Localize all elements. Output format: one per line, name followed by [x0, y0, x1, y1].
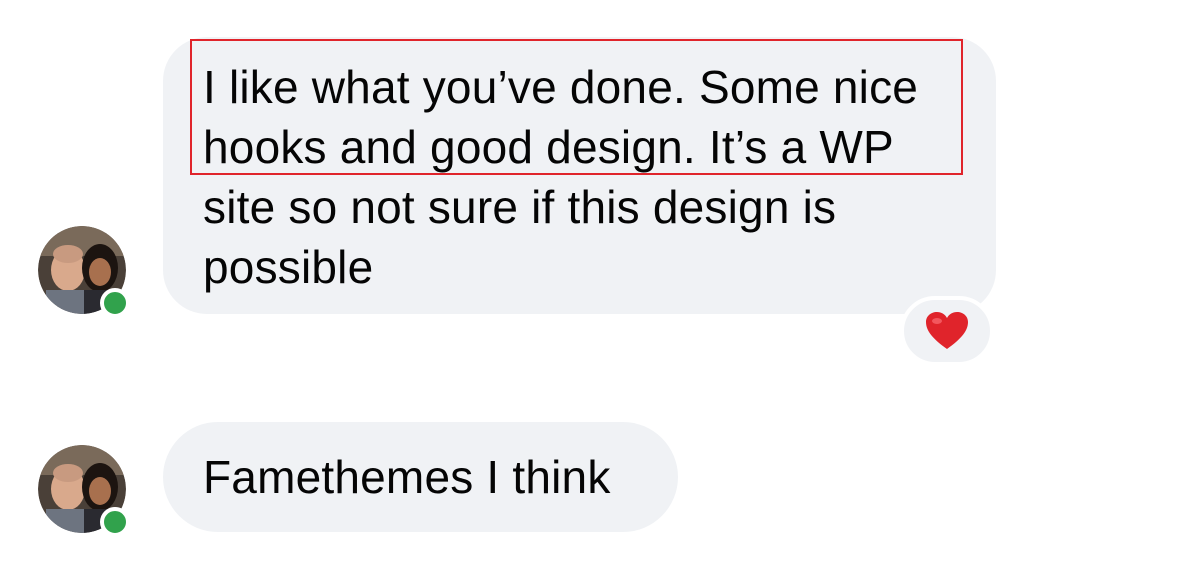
message-line: possible	[203, 241, 374, 293]
contact-avatar[interactable]	[38, 226, 130, 318]
contact-avatar[interactable]	[38, 445, 130, 537]
message-text: Famethemes I think	[203, 451, 611, 503]
reaction-badge[interactable]	[900, 296, 994, 366]
chat-thread: I like what you’ve done. Some nice hooks…	[0, 0, 1200, 563]
highlight-box	[190, 39, 963, 175]
online-status-indicator	[100, 507, 130, 537]
online-status-indicator	[100, 288, 130, 318]
message-line: site so not sure if this design is	[203, 181, 837, 233]
heart-icon	[926, 312, 968, 349]
message-bubble[interactable]: Famethemes I think	[163, 422, 678, 532]
